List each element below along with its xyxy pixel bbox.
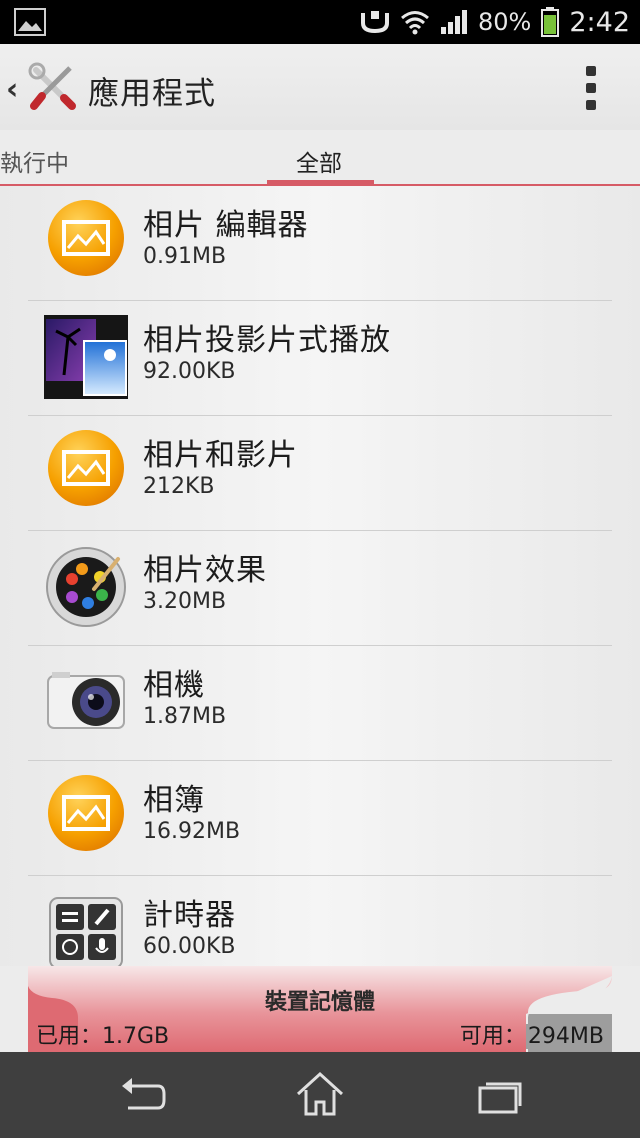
page-title: 應用程式 — [88, 76, 216, 112]
storage-title: 裝置記憶體 — [264, 990, 375, 1015]
list-item[interactable]: 相簿 16.92MB — [0, 761, 640, 876]
photo-editor-icon — [48, 200, 124, 276]
tools-icon[interactable] — [28, 62, 78, 112]
navigation-bar — [0, 1052, 640, 1138]
app-name: 相片投影片式播放 — [143, 323, 391, 358]
signal-icon — [441, 10, 468, 34]
timer-tools-icon — [49, 897, 123, 966]
overflow-menu-icon[interactable] — [580, 66, 602, 110]
home-icon[interactable] — [290, 1070, 350, 1120]
list-item[interactable]: 相片投影片式播放 92.00KB — [0, 301, 640, 416]
storage-panel: 裝置記憶體 已用：1.7GB 可用：294MB — [28, 966, 612, 1052]
camera-icon — [47, 672, 125, 729]
image-icon — [14, 8, 46, 36]
photos-videos-icon — [48, 430, 124, 506]
back-icon[interactable] — [112, 1070, 172, 1120]
status-bar: 80% 2:42 — [0, 0, 640, 44]
app-size: 212KB — [143, 474, 215, 499]
tab-bar: 執行中 全部 — [0, 130, 640, 186]
list-item[interactable]: 相機 1.87MB — [0, 646, 640, 761]
list-item[interactable]: 相片 編輯器 0.91MB — [0, 186, 640, 301]
list-item[interactable]: 計時器 60.00KB — [0, 876, 640, 966]
tab-all[interactable]: 全部 — [296, 144, 342, 178]
app-name: 相片 編輯器 — [143, 208, 309, 243]
app-name: 相片和影片 — [143, 438, 298, 473]
app-name: 相片效果 — [143, 553, 267, 588]
up-chevron-icon[interactable]: ‹ — [6, 72, 18, 107]
slideshow-icon — [44, 315, 128, 399]
usb-icon — [361, 11, 390, 34]
battery-icon — [541, 7, 560, 37]
recent-apps-icon[interactable] — [468, 1070, 528, 1120]
app-name: 相機 — [143, 668, 205, 703]
album-icon — [48, 775, 124, 851]
palette-icon — [46, 547, 126, 627]
app-size: 16.92MB — [143, 819, 241, 844]
tab-running[interactable]: 執行中 — [0, 144, 69, 178]
app-size: 60.00KB — [143, 934, 236, 959]
list-item[interactable]: 相片和影片 212KB — [0, 416, 640, 531]
clock: 2:42 — [569, 6, 630, 38]
wifi-icon — [401, 11, 429, 35]
storage-free-value: 294MB — [525, 1024, 606, 1049]
action-bar: ‹ 應用程式 — [0, 44, 640, 130]
storage-used: 已用：1.7GB — [36, 1024, 170, 1049]
storage-free: 可用：294MB — [460, 1018, 606, 1050]
app-list: 相片 編輯器 0.91MB 相片投影片式播放 92.00KB 相片和影片 212… — [0, 186, 640, 966]
app-size: 1.87MB — [143, 704, 227, 729]
app-size: 3.20MB — [143, 589, 227, 614]
app-name: 相簿 — [143, 783, 205, 818]
battery-percent: 80% — [478, 8, 532, 36]
list-item[interactable]: 相片效果 3.20MB — [0, 531, 640, 646]
app-name: 計時器 — [143, 898, 236, 933]
storage-free-prefix: 可用： — [459, 1024, 526, 1049]
app-size: 0.91MB — [143, 244, 227, 269]
app-size: 92.00KB — [143, 359, 236, 384]
